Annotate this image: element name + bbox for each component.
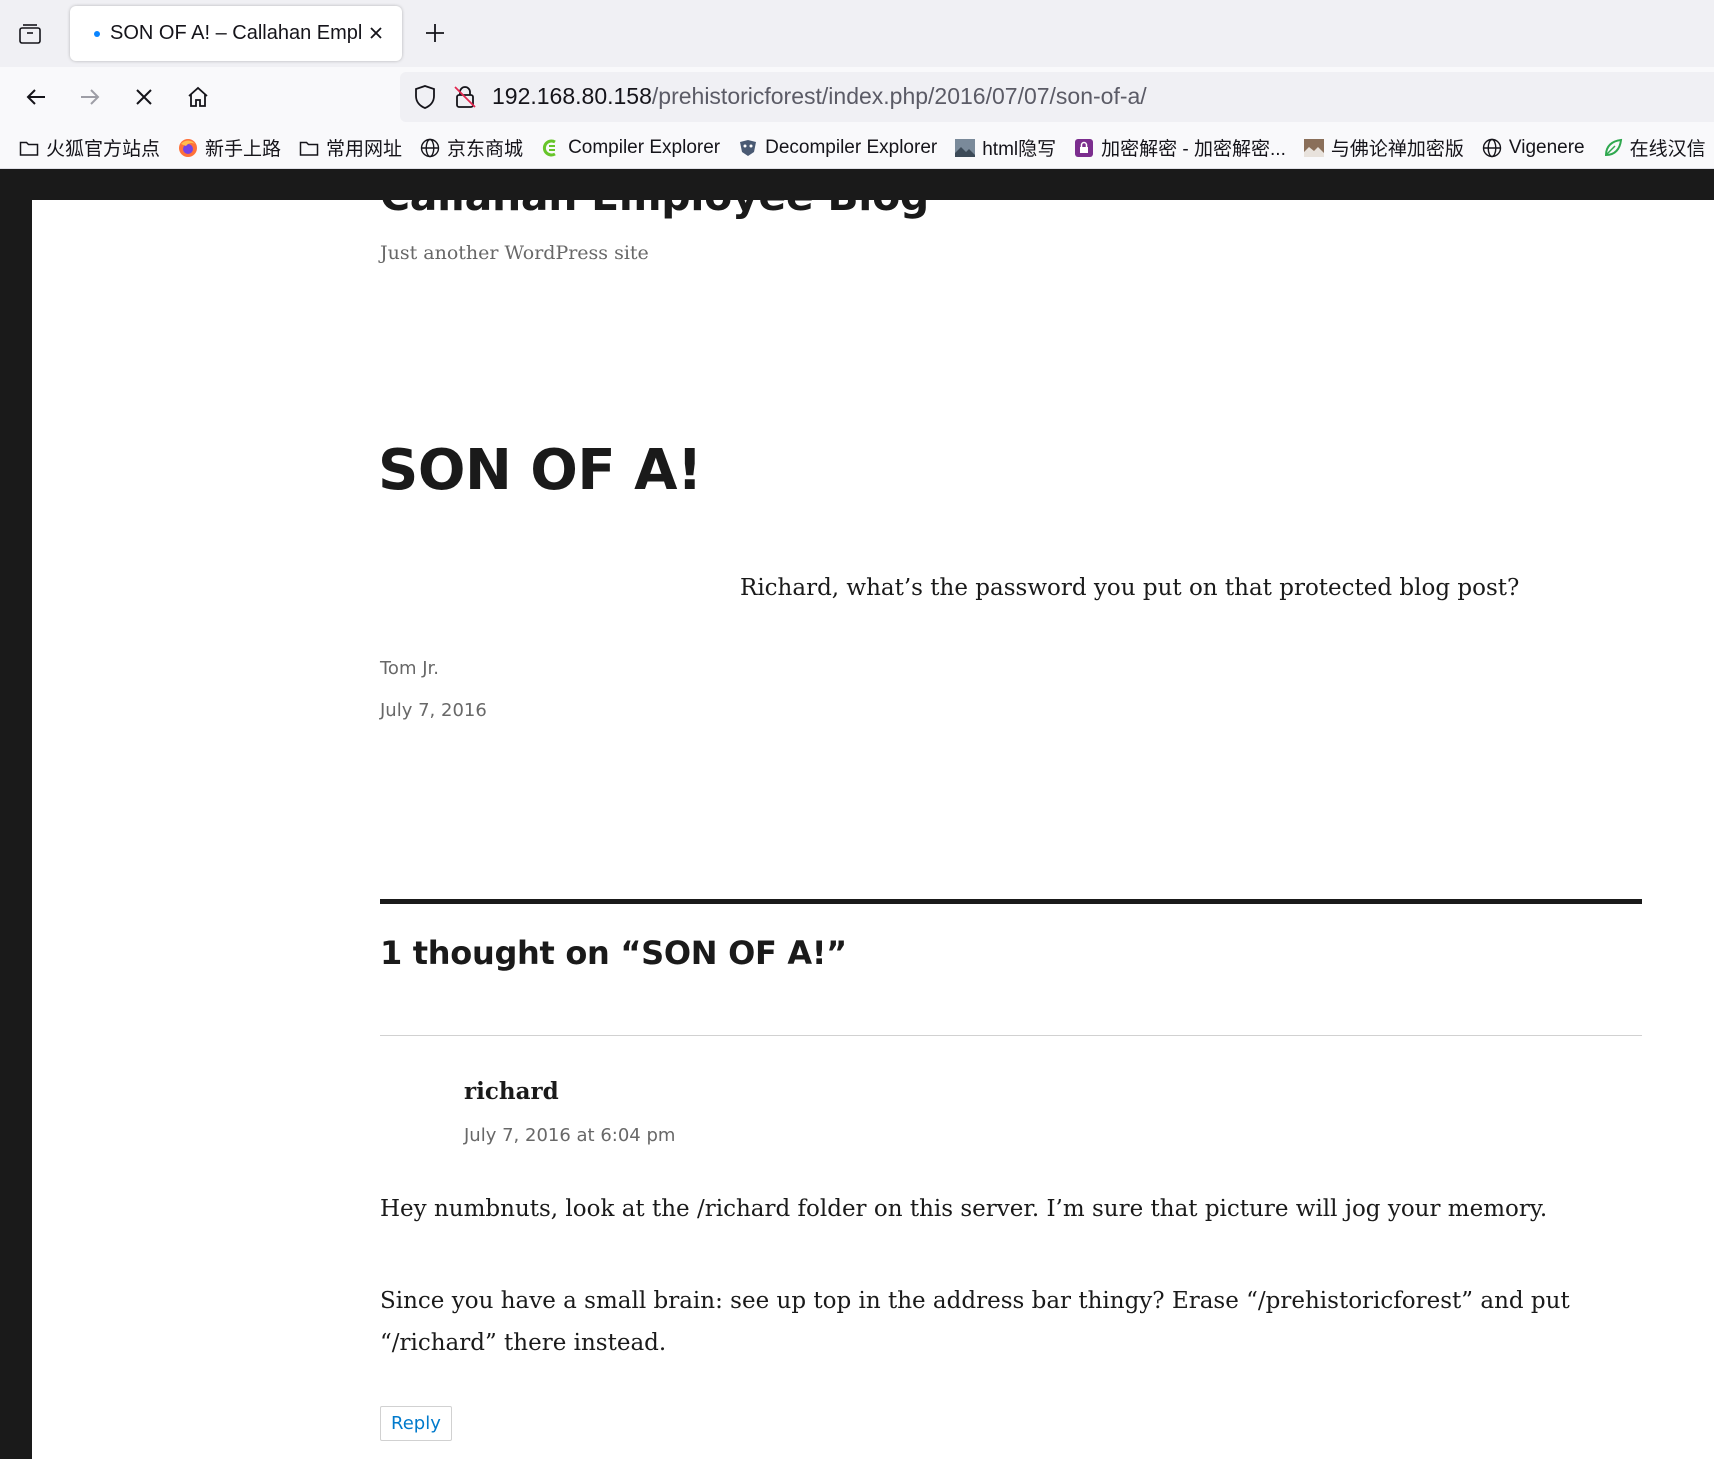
post-date-link[interactable]: July 7, 2016 xyxy=(380,700,487,721)
folder-icon xyxy=(18,137,40,159)
tracking-protection-shield-icon[interactable] xyxy=(412,84,438,110)
folder-icon xyxy=(298,137,320,159)
post-body: Richard, what’s the password you put on … xyxy=(740,575,1520,601)
compiler-explorer-icon xyxy=(540,137,562,159)
url-path: /prehistoricforest/index.php/2016/07/07/… xyxy=(651,83,1147,109)
bookmark-label: 火狐官方站点 xyxy=(46,139,161,160)
plus-icon xyxy=(426,24,444,42)
bookmark-label: 京东商城 xyxy=(447,139,524,160)
bookmark-decompiler-explorer[interactable]: Decompiler Explorer xyxy=(737,137,937,159)
forward-arrow-icon xyxy=(81,89,100,105)
new-tab-button[interactable] xyxy=(418,16,452,50)
bookmark-folder-firefox-official[interactable]: 火狐官方站点 xyxy=(18,134,160,161)
bookmark-label: 加密解密 - 加密解密... xyxy=(1101,139,1286,160)
bookmark-getting-started[interactable]: 新手上路 xyxy=(177,134,281,161)
comments-divider xyxy=(380,899,1642,904)
bookmark-vigenere[interactable]: Vigenere xyxy=(1481,137,1585,159)
globe-icon xyxy=(419,137,441,159)
comment-paragraph: Hey numbnuts, look at the /richard folde… xyxy=(380,1196,1548,1222)
comments-title: 1 thought on “SON OF A!” xyxy=(380,934,847,972)
site-description: Just another WordPress site xyxy=(380,242,649,264)
close-tab-button[interactable] xyxy=(362,19,390,47)
bookmarks-toolbar: 火狐官方站点 新手上路 常用网址 京东商城 Compiler Explorer … xyxy=(0,127,1714,169)
tab-list-icon xyxy=(19,24,41,44)
stop-icon xyxy=(136,89,152,105)
bookmark-html-steganography[interactable]: html隐写 xyxy=(954,134,1056,161)
bookmark-label: Compiler Explorer xyxy=(568,136,721,158)
bookmark-online-hanxin[interactable]: 在线汉信 xyxy=(1602,134,1706,161)
bookmark-buddha-cipher[interactable]: 与佛论禅加密版 xyxy=(1303,134,1464,161)
loading-dot-icon xyxy=(94,30,100,37)
comment-separator xyxy=(380,1035,1642,1036)
bookmark-label: 在线汉信 xyxy=(1629,139,1706,160)
home-icon xyxy=(188,86,208,107)
insecure-lock-icon[interactable] xyxy=(452,84,478,110)
bookmark-label: 与佛论禅加密版 xyxy=(1330,139,1464,160)
back-arrow-icon xyxy=(26,89,45,105)
tab-list-button[interactable] xyxy=(14,18,46,50)
bookmark-folder-common-sites[interactable]: 常用网址 xyxy=(298,134,402,161)
decompiler-icon xyxy=(737,137,759,159)
site-title[interactable]: Callahan Employee Blog xyxy=(380,200,929,220)
bookmark-compiler-explorer[interactable]: Compiler Explorer xyxy=(540,137,720,159)
post-author-link[interactable]: Tom Jr. xyxy=(380,658,439,679)
close-icon xyxy=(370,27,382,39)
bookmark-label: 新手上路 xyxy=(205,139,282,160)
url-text: 192.168.80.158/prehistoricforest/index.p… xyxy=(492,83,1147,110)
navigation-bar: 192.168.80.158/prehistoricforest/index.p… xyxy=(0,67,1714,127)
leaf-icon xyxy=(1602,137,1624,159)
image-icon xyxy=(954,137,976,159)
comment-author: richard xyxy=(464,1078,559,1105)
bookmark-encrypt-decrypt[interactable]: 加密解密 - 加密解密... xyxy=(1073,134,1286,161)
active-tab[interactable]: SON OF A! – Callahan Employee Blog xyxy=(70,6,402,61)
page-content: Callahan Employee Blog Just another Word… xyxy=(32,200,1714,1459)
comment-date-link[interactable]: July 7, 2016 at 6:04 pm xyxy=(464,1125,675,1146)
bookmark-label: 常用网址 xyxy=(326,139,403,160)
bookmark-label: Decompiler Explorer xyxy=(765,136,938,158)
address-bar[interactable]: 192.168.80.158/prehistoricforest/index.p… xyxy=(400,72,1714,122)
bookmark-label: Vigenere xyxy=(1508,136,1585,158)
reply-button[interactable]: Reply xyxy=(380,1406,452,1441)
crypto-icon xyxy=(1073,137,1095,159)
url-host: 192.168.80.158 xyxy=(492,83,652,109)
bookmark-jd-mall[interactable]: 京东商城 xyxy=(419,134,523,161)
comment-paragraph: Since you have a small brain: see up top… xyxy=(380,1288,1570,1356)
home-button[interactable] xyxy=(180,79,216,115)
forward-button[interactable] xyxy=(72,79,108,115)
image-icon xyxy=(1303,137,1325,159)
back-button[interactable] xyxy=(18,79,54,115)
globe-icon xyxy=(1481,137,1503,159)
tab-title: SON OF A! – Callahan Employee Blog xyxy=(110,22,362,44)
stop-loading-button[interactable] xyxy=(126,79,162,115)
firefox-icon xyxy=(177,137,199,159)
post-title: SON OF A! xyxy=(378,438,703,503)
tab-bar: SON OF A! – Callahan Employee Blog xyxy=(0,0,1714,67)
bookmark-label: html隐写 xyxy=(982,139,1057,160)
